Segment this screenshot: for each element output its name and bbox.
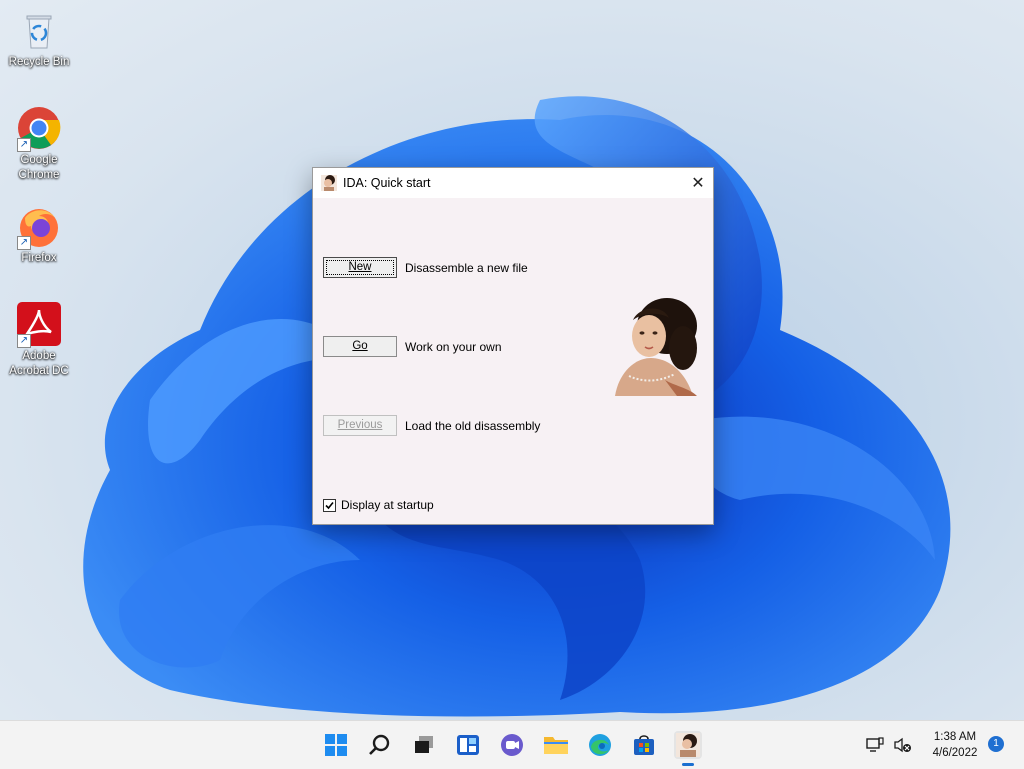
- dialog-titlebar[interactable]: IDA: Quick start ✕: [313, 168, 713, 198]
- display-at-startup-label: Display at startup: [341, 498, 434, 512]
- go-description: Work on your own: [405, 340, 502, 354]
- shortcut-arrow-icon: ↗: [17, 334, 31, 348]
- edge-button[interactable]: [586, 731, 614, 759]
- taskbar: 1:38 AM 4/6/2022: [0, 720, 1024, 769]
- desktop-icon-google-chrome[interactable]: ↗ Google Chrome: [0, 106, 78, 183]
- search-icon: [369, 734, 390, 755]
- previous-button[interactable]: Previous: [323, 415, 397, 436]
- clock-date: 4/6/2022: [932, 747, 978, 759]
- ida-taskbar-button[interactable]: [674, 731, 702, 759]
- file-explorer-button[interactable]: [542, 731, 570, 759]
- chrome-icon: ↗: [17, 106, 61, 152]
- taskbar-clock[interactable]: 1:38 AM 4/6/2022: [920, 729, 990, 761]
- volume-button[interactable]: [892, 731, 914, 759]
- desktop-icon-label: Firefox: [21, 252, 57, 264]
- desktop-icon-label: Recycle Bin: [8, 56, 70, 68]
- dialog-title: IDA: Quick start: [343, 176, 431, 190]
- start-button[interactable]: [322, 731, 350, 759]
- acrobat-icon: ↗: [17, 302, 61, 348]
- portrait-image: [615, 298, 697, 396]
- store-icon: [634, 735, 654, 755]
- display-at-startup-checkbox[interactable]: [323, 498, 336, 512]
- teams-chat-icon: [501, 734, 523, 756]
- ida-icon: [676, 733, 700, 757]
- new-button[interactable]: New: [323, 257, 397, 278]
- firefox-icon: ↗: [17, 204, 61, 250]
- desktop-icon-recycle-bin[interactable]: Recycle Bin: [0, 8, 78, 70]
- widgets-button[interactable]: [454, 731, 482, 759]
- new-description: Disassemble a new file: [405, 261, 528, 275]
- active-app-indicator: [682, 763, 694, 766]
- ida-quick-start-dialog: IDA: Quick start ✕ New Disassemble a new…: [312, 167, 714, 525]
- desktop-icon-firefox[interactable]: ↗ Firefox: [0, 204, 78, 266]
- desktop-icon-label: Adobe Acrobat DC: [9, 350, 69, 377]
- ida-app-icon: [321, 175, 337, 191]
- desktop-icon-label: Google Chrome: [18, 154, 60, 181]
- shortcut-arrow-icon: ↗: [17, 236, 31, 250]
- teams-chat-button[interactable]: [498, 731, 526, 759]
- go-button[interactable]: Go: [323, 336, 397, 357]
- close-icon: ✕: [691, 175, 705, 192]
- network-button[interactable]: [864, 731, 886, 759]
- close-button[interactable]: ✕: [683, 168, 713, 198]
- search-button[interactable]: [366, 731, 394, 759]
- notification-badge[interactable]: 1: [988, 736, 1004, 752]
- previous-description: Load the old disassembly: [405, 419, 541, 433]
- shortcut-arrow-icon: ↗: [17, 138, 31, 152]
- widgets-icon: [457, 735, 479, 755]
- clock-time: 1:38 AM: [933, 731, 977, 743]
- task-view-button[interactable]: [410, 731, 438, 759]
- start-icon: [325, 734, 347, 756]
- file-explorer-icon: [544, 737, 568, 754]
- desktop-icon-adobe-acrobat[interactable]: ↗ Adobe Acrobat DC: [0, 302, 78, 379]
- volume-muted-icon: [894, 737, 911, 753]
- task-view-icon: [415, 736, 433, 753]
- checkmark-icon: [325, 501, 334, 509]
- edge-icon: [589, 734, 611, 756]
- recycle-bin-icon: [17, 8, 61, 52]
- display-at-startup-row[interactable]: Display at startup: [323, 498, 434, 512]
- network-icon: [866, 737, 884, 752]
- store-button[interactable]: [630, 731, 658, 759]
